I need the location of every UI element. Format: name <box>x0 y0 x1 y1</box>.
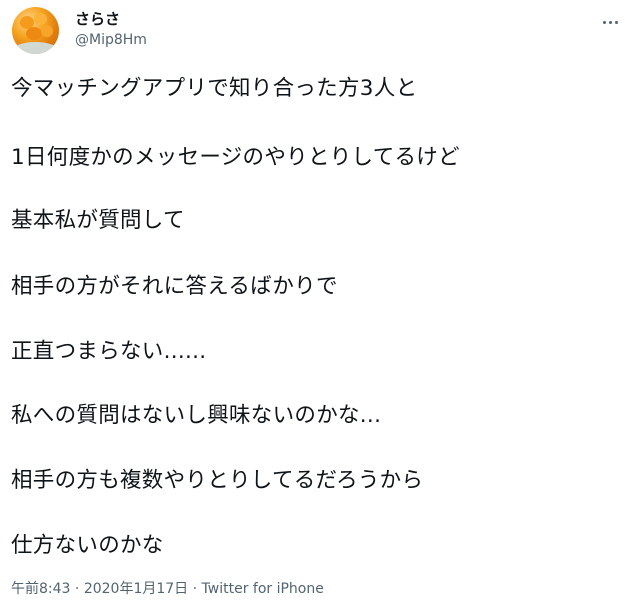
more-options-icon[interactable] <box>598 12 622 32</box>
tweet-time-link[interactable]: 午前8:43 <box>11 581 70 597</box>
more-dot <box>608 20 612 24</box>
avatar-plate <box>12 42 59 54</box>
tweet-text-line: 相手の方も複数やりとりしてるだろうから <box>11 468 424 493</box>
tweet-text-line: 1日何度かのメッセージのやりとりしてるけど <box>11 145 460 170</box>
tweet-metadata: 午前8:43 · 2020年1月17日 · Twitter for iPhone <box>11 579 324 599</box>
tweet-text-line: 今マッチングアプリで知り合った方3人と <box>11 76 418 101</box>
more-dot <box>602 20 606 24</box>
avatar-blob <box>41 25 53 37</box>
tweet-text-line: 正直つまらない...... <box>11 339 207 364</box>
tweet-text-line: 相手の方がそれに答えるばかりで <box>11 274 338 299</box>
tweet-text-line: 基本私が質問して <box>11 208 185 233</box>
tweet-date-link[interactable]: 2020年1月17日 <box>84 581 188 597</box>
user-handle[interactable]: @Mip8Hm <box>75 31 147 49</box>
more-dot <box>614 20 618 24</box>
avatar-blob <box>34 13 47 25</box>
meta-separator: · <box>188 581 202 597</box>
tweet-text-line: 仕方ないのかな <box>11 533 164 558</box>
tweet-text-line: 私への質問はないし興味ないのかな... <box>11 403 382 428</box>
tweet-source-link[interactable]: Twitter for iPhone <box>202 581 324 597</box>
display-name[interactable]: さらさ <box>75 9 120 29</box>
meta-separator: · <box>70 581 84 597</box>
avatar-blob <box>26 27 42 40</box>
avatar[interactable] <box>12 7 59 54</box>
